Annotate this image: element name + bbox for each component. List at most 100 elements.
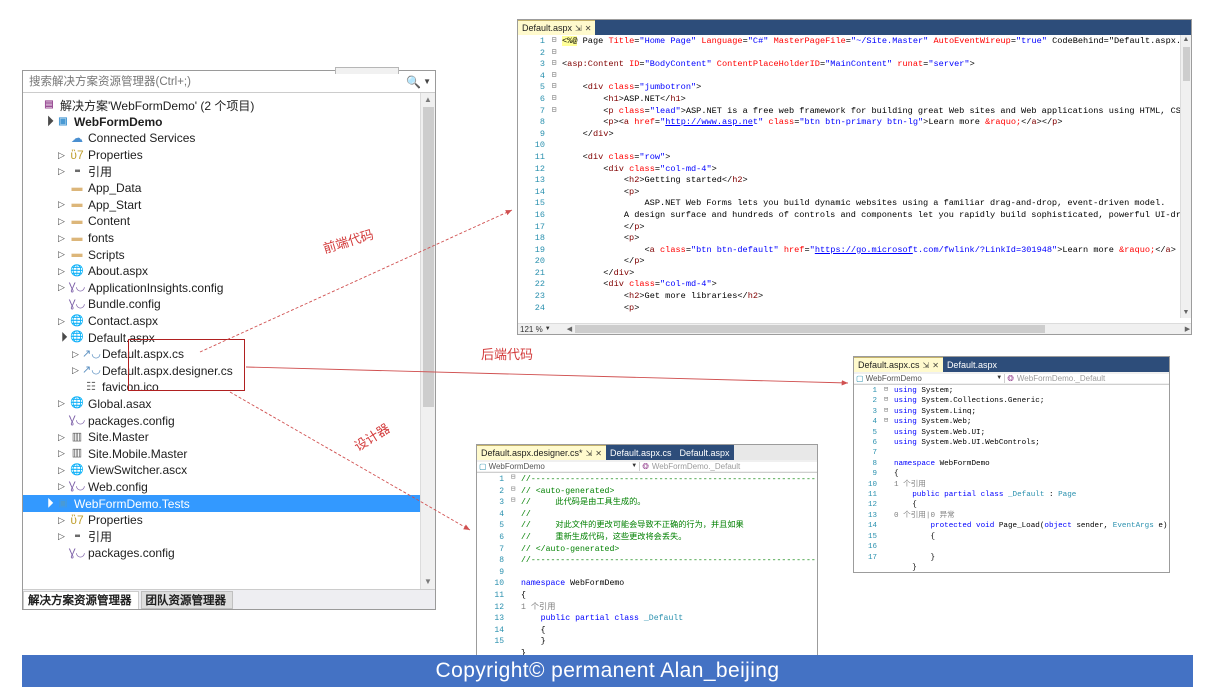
code-line[interactable]: using System.Web.UI.WebControls; (894, 438, 1169, 448)
code-line[interactable] (562, 140, 1191, 152)
expander-closed-icon[interactable] (55, 433, 68, 442)
pin-icon[interactable]: ⇲ (586, 449, 593, 458)
code-line[interactable]: </p> (562, 256, 1191, 268)
csharp-type-dropdown[interactable]: ❂ WebFormDemo._Default (1005, 373, 1169, 383)
close-icon[interactable]: ✕ (595, 449, 602, 458)
fold-collapse-icon[interactable]: ⊟ (548, 58, 560, 70)
fold-collapse-icon[interactable]: ⊟ (548, 93, 560, 105)
code-line[interactable]: <div class="col-md-4"> (562, 279, 1191, 291)
code-line[interactable]: <%@ Page Title="Home Page" Language="C#"… (562, 36, 1191, 48)
expander-closed-icon[interactable] (55, 283, 68, 292)
codelens-annotation[interactable]: 1 个引用 (521, 602, 817, 614)
code-line[interactable]: <p> (562, 187, 1191, 199)
aspx-horizontal-scrollbar[interactable]: ◀ ▶ (564, 323, 1191, 334)
aspx-hscrollbar-thumb[interactable] (575, 325, 1045, 333)
code-line[interactable]: </div> (562, 129, 1191, 141)
codelens-annotation[interactable]: 1 个引用 (894, 480, 1169, 490)
expander-closed-icon[interactable] (55, 399, 68, 408)
tree-item-properties[interactable]: ὒ7 Properties (23, 512, 435, 529)
code-line[interactable]: public partial class _Default (521, 613, 817, 625)
scroll-up-icon[interactable]: ▲ (421, 93, 435, 107)
fold-collapse-icon[interactable]: ⊟ (548, 105, 560, 117)
code-line[interactable]: <h2>Getting started</h2> (562, 175, 1191, 187)
expander-closed-icon[interactable] (55, 217, 68, 226)
fold-collapse-icon[interactable]: ⊟ (507, 473, 519, 485)
aspx-code-text[interactable]: <%@ Page Title="Home Page" Language="C#"… (560, 35, 1191, 318)
code-line[interactable]: using System.Web.UI; (894, 428, 1169, 438)
close-icon[interactable]: ✕ (932, 361, 939, 370)
code-line[interactable]: // <auto-generated> (521, 486, 817, 498)
aspx-scroll-right-icon[interactable]: ▶ (1182, 325, 1191, 333)
chevron-down-icon[interactable]: ▼ (423, 77, 431, 86)
aspx-vertical-scrollbar[interactable]: ▲ ▼ (1180, 35, 1191, 318)
aspx-scrollbar-thumb[interactable] (1183, 47, 1190, 81)
code-line[interactable]: // </auto-generated> (521, 544, 817, 556)
expander-closed-icon[interactable] (55, 466, 68, 475)
code-line[interactable] (562, 71, 1191, 83)
code-line[interactable]: ASP.NET Web Forms lets you build dynamic… (562, 198, 1191, 210)
expander-closed-icon[interactable] (55, 317, 68, 326)
tree-item-properties[interactable]: ὒ7 Properties (23, 147, 435, 164)
expander-closed-icon[interactable] (55, 200, 68, 209)
aspx-scroll-down-icon[interactable]: ▼ (1181, 308, 1191, 318)
solution-explorer-tab[interactable]: 团队资源管理器 (140, 591, 233, 609)
expander-closed-icon[interactable] (55, 234, 68, 243)
codelens-annotation[interactable]: 0 个引用|0 异常 (894, 511, 1169, 521)
pin-icon[interactable]: ⇲ (575, 24, 582, 33)
aspx-zoom-indicator[interactable]: 121 % ▼ (518, 323, 564, 334)
expander-closed-icon[interactable] (69, 350, 82, 359)
expander-open-icon[interactable] (41, 117, 54, 126)
code-line[interactable]: <div class="jumbotron"> (562, 82, 1191, 94)
tree-item-default.aspx.designer.cs[interactable]: ↗◡Default.aspx.designer.cs (23, 363, 435, 380)
tree-item-default.aspx.cs[interactable]: ↗◡Default.aspx.cs (23, 346, 435, 363)
code-line[interactable]: public partial class _Default : Page (894, 490, 1169, 500)
aspx-zoom-chevron-icon[interactable]: ▼ (545, 326, 551, 332)
code-line[interactable]: <p><a href="http://www.asp.net" class="b… (562, 117, 1191, 129)
tree-item-webformdemo2[interactable]: ▤ 解决方案'WebFormDemo' (2 个项目) (23, 97, 435, 114)
designer-code-text[interactable]: //--------------------------------------… (519, 473, 817, 659)
fold-collapse-icon[interactable]: ⊟ (880, 406, 892, 416)
code-line[interactable]: // 此代码是由工具生成的。 (521, 497, 817, 509)
pin-icon[interactable]: ⇲ (923, 361, 930, 370)
code-line[interactable]: <p class="lead">ASP.NET is a free web fr… (562, 106, 1191, 118)
code-line[interactable] (521, 567, 817, 579)
scroll-down-icon[interactable]: ▼ (421, 575, 435, 589)
search-icon[interactable]: 🔍 (406, 75, 421, 89)
csharp-code-text[interactable]: using System; using System.Collections.Ge… (892, 385, 1169, 572)
code-line[interactable] (894, 448, 1169, 458)
code-line[interactable]: //--------------------------------------… (521, 474, 817, 486)
fold-collapse-icon[interactable]: ⊟ (548, 35, 560, 47)
expander-closed-icon[interactable] (55, 267, 68, 276)
fold-collapse-icon[interactable]: ⊟ (548, 47, 560, 59)
aspx-fold-margin[interactable]: ⊟ ⊟ ⊟ ⊟ ⊟ ⊟ ⊟ (548, 35, 560, 318)
fold-collapse-icon[interactable]: ⊟ (548, 70, 560, 82)
code-line[interactable]: using System; (894, 386, 1169, 396)
tree-item-connectedservices[interactable]: ☁ Connected Services (23, 130, 435, 147)
expander-closed-icon[interactable] (55, 151, 68, 160)
aspx-scroll-up-icon[interactable]: ▲ (1181, 35, 1191, 45)
code-line[interactable]: A design surface and hundreds of control… (562, 210, 1191, 222)
tree-item-global.asax[interactable]: 🌐 Global.asax (23, 396, 435, 413)
code-line[interactable]: using System.Linq; (894, 407, 1169, 417)
aspx-scroll-left-icon[interactable]: ◀ (564, 325, 575, 333)
fold-collapse-icon[interactable]: ⊟ (880, 395, 892, 405)
code-line[interactable]: using System.Collections.Generic; (894, 396, 1169, 406)
csharp-fold-margin[interactable]: ⊟ ⊟ ⊟ ⊟ (880, 385, 892, 572)
expander-closed-icon[interactable] (55, 532, 68, 541)
scrollbar-thumb[interactable] (423, 107, 434, 407)
tree-item-web.config[interactable]: Ɣ◡Web.config (23, 479, 435, 496)
code-line[interactable]: { (894, 500, 1169, 510)
tree-item-content[interactable]: ▬ Content (23, 213, 435, 230)
csharp-namespace-dropdown[interactable]: ▢ WebFormDemo ▼ (854, 373, 1006, 383)
tree-item-app_data[interactable]: ▬ App_Data (23, 180, 435, 197)
code-line[interactable] (562, 48, 1191, 60)
tree-item-webformdemo.tests[interactable]: ▣ WebFormDemo.Tests (23, 495, 435, 512)
editor-tab[interactable]: Default.aspx (675, 445, 734, 460)
editor-tab[interactable]: Default.aspx ⇲ ✕ (518, 20, 596, 35)
code-line[interactable]: <p> (562, 303, 1191, 315)
code-line[interactable] (894, 542, 1169, 552)
tree-vertical-scrollbar[interactable]: ▲ ▼ (420, 93, 435, 589)
expander-closed-icon[interactable] (55, 449, 68, 458)
fold-collapse-icon[interactable]: ⊟ (548, 81, 560, 93)
aspx-editor-surface[interactable]: 1 2 3 4 5 6 7 8 9 10 11 12 13 14 15 16 17 18 19 20 21 22 23 24 … (518, 35, 1191, 318)
